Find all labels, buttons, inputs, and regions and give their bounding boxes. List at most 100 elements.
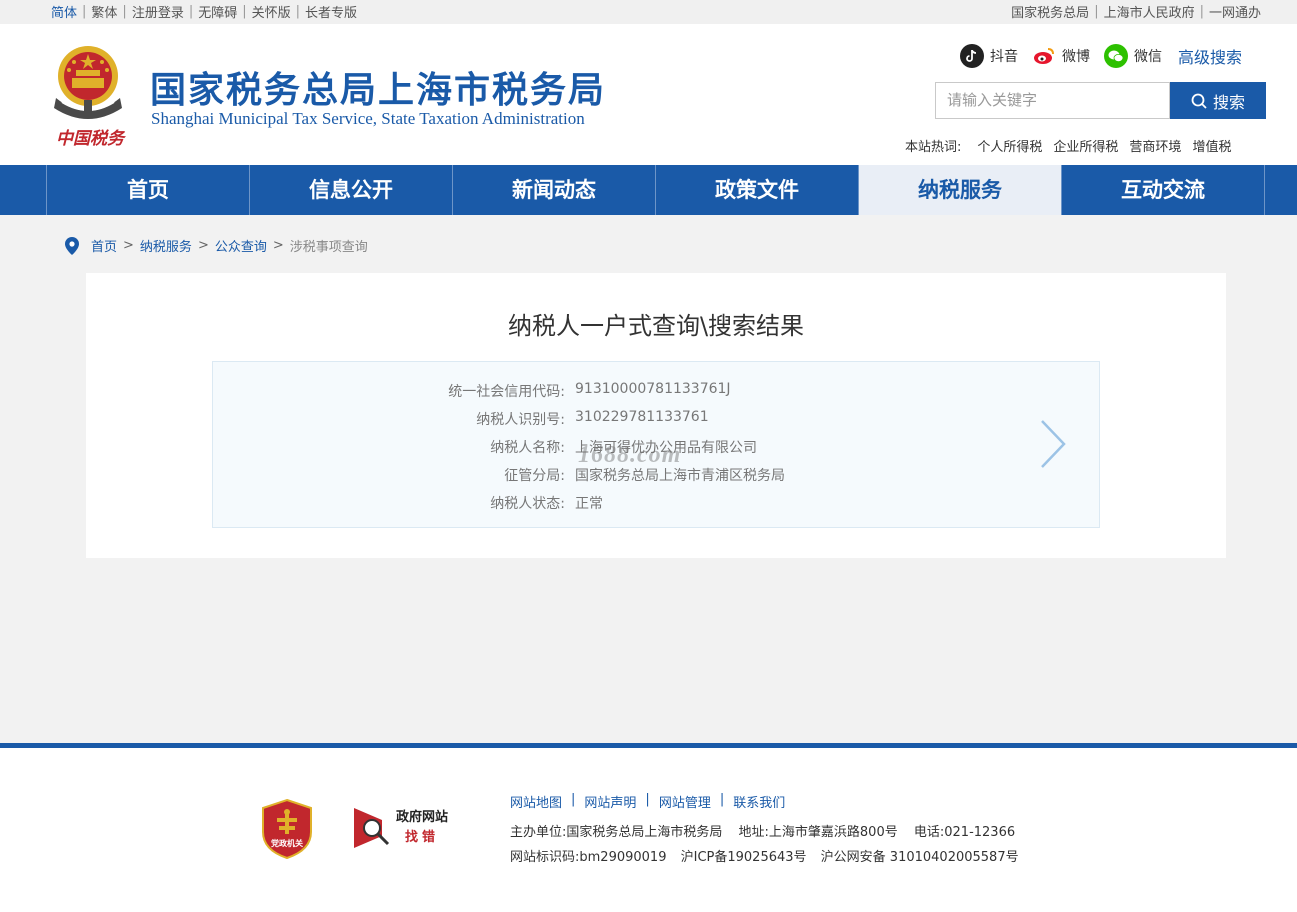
breadcrumb-home[interactable]: 首页 [91,236,117,255]
field-value: 91310000781133761J [575,381,731,397]
separator: | [1199,4,1204,19]
douyin-link[interactable]: 抖音 [960,44,1018,68]
footer-registration-info: 网站标识码:bm29090019 沪ICP备19025643号 沪公网安备 31… [510,846,1031,865]
gov-find-subtitle: 找错 [405,830,440,845]
field-value: 310229781133761 [575,409,709,425]
footer-link-sitemap[interactable]: 网站地图 [510,792,562,811]
nav-interaction[interactable]: 互动交流 [1062,165,1265,215]
site-title: 国家税务总局上海市税务局 [150,70,607,111]
douyin-icon [960,44,984,68]
gov-find-title: 政府网站 [396,810,449,825]
douyin-label: 抖音 [990,49,1018,65]
footer-link-management[interactable]: 网站管理 [659,792,711,811]
separator: | [1094,4,1099,19]
separator: | [295,4,301,19]
link-elder-version[interactable]: 长者专版 [305,2,357,21]
badge-text: 党政机关 [271,839,303,848]
watermark: 1688.com [578,442,682,468]
footer-host-info: 主办单位:国家税务总局上海市税务局 地址:上海市肇嘉浜路800号 电话:021-… [510,821,1027,840]
hot-keyword[interactable]: 个人所得税 [977,136,1042,155]
top-left-links: 简体 | 繁体 | 注册登录 | 无障碍 | 关怀版 | 长者专版 [51,2,357,21]
nav-policy[interactable]: 政策文件 [656,165,859,215]
field-label: 征管分局: [504,468,565,484]
link-sta[interactable]: 国家税务总局 [1011,2,1089,21]
location-pin-icon [65,236,79,255]
top-utility-bar: 简体 | 繁体 | 注册登录 | 无障碍 | 关怀版 | 长者专版 国家税务总局… [0,0,1297,24]
site-footer: 党政机关 政府网站 找错 网站地图 | 网站声明 | 网站管理 | 联系我们 主… [0,748,1297,912]
footer-site-id: 网站标识码:bm29090019 [510,850,667,865]
breadcrumb-public-query[interactable]: 公众查询 [215,236,267,255]
tax-emblem-logo[interactable]: 中国税务 [50,42,132,152]
weibo-link[interactable]: 微博 [1032,44,1090,68]
result-card[interactable]: 统一社会信用代码: 91310000781133761J 纳税人识别号: 310… [212,361,1100,528]
separator: | [82,4,87,19]
emblem-caption: 中国税务 [56,129,124,149]
wechat-link[interactable]: 微信 [1104,44,1162,68]
link-register-login[interactable]: 注册登录 [132,2,184,21]
result-row-credit-code: 统一社会信用代码: 91310000781133761J [213,381,1099,401]
footer-phone: 电话:021-12366 [913,825,1016,840]
breadcrumb-current: 涉税事项查询 [289,240,368,255]
link-one-network[interactable]: 一网通办 [1209,2,1261,21]
site-header: 中国税务 国家税务总局上海市税务局 Shanghai Municipal Tax… [0,24,1297,165]
social-links: 抖音 微博 微信 高级搜索 [960,44,1242,68]
breadcrumb-separator: > [272,238,284,253]
field-value: 正常 [575,496,603,512]
breadcrumb-separator: > [123,238,134,253]
hot-keyword[interactable]: 企业所得税 [1053,136,1118,155]
link-shanghai-gov[interactable]: 上海市人民政府 [1104,2,1195,21]
separator: | [719,792,725,807]
footer-police[interactable]: 沪公网安备 31010402005587号 [821,850,1019,865]
wechat-icon [1104,44,1128,68]
chevron-right-icon[interactable] [1039,418,1067,470]
nav-home[interactable]: 首页 [47,165,250,215]
wechat-label: 微信 [1134,49,1162,65]
nav-info-disclosure[interactable]: 信息公开 [250,165,453,215]
footer-link-statement[interactable]: 网站声明 [584,792,636,811]
footer-address: 地址:上海市肇嘉浜路800号 [738,825,898,840]
party-gov-badge[interactable]: 党政机关 [261,798,313,864]
site-subtitle: Shanghai Municipal Tax Service, State Ta… [151,109,585,128]
link-traditional[interactable]: 繁体 [91,2,117,21]
breadcrumb-tax-service[interactable]: 纳税服务 [140,236,192,255]
result-panel: 纳税人一户式查询\搜索结果 统一社会信用代码: 9131000078113376… [86,273,1226,558]
gov-site-error-finder[interactable]: 政府网站 找错 [352,806,448,850]
breadcrumb-separator: > [197,238,209,253]
link-accessibility[interactable]: 无障碍 [198,2,237,21]
hot-keyword[interactable]: 营商环境 [1129,136,1181,155]
nav-news[interactable]: 新闻动态 [453,165,656,215]
footer-links: 网站地图 | 网站声明 | 网站管理 | 联系我们 [510,792,785,811]
weibo-label: 微博 [1062,49,1090,65]
search-button[interactable]: 搜索 [1170,82,1266,119]
search-icon [1191,93,1207,109]
separator: | [571,792,576,807]
field-label: 统一社会信用代码: [448,384,565,400]
top-right-links: 国家税务总局 | 上海市人民政府 | 一网通办 [1011,2,1261,21]
magnifier-flag-icon [354,808,390,848]
main-nav: 首页 信息公开 新闻动态 政策文件 纳税服务 互动交流 [0,165,1297,215]
link-care-version[interactable]: 关怀版 [252,2,291,21]
field-label: 纳税人状态: [490,496,565,512]
result-row-status: 纳税人状态: 正常 [213,493,1099,513]
search-button-label: 搜索 [1212,92,1245,112]
separator: | [242,4,247,19]
field-label: 纳税人识别号: [476,412,565,428]
breadcrumb: 首页 > 纳税服务 > 公众查询 > 涉税事项查询 [65,236,368,255]
nav-tax-service[interactable]: 纳税服务 [859,165,1062,215]
footer-link-contact[interactable]: 联系我们 [733,792,785,811]
page-title: 纳税人一户式查询\搜索结果 [507,312,805,340]
footer-icp[interactable]: 沪ICP备19025643号 [681,850,807,865]
footer-host: 主办单位:国家税务总局上海市税务局 [510,825,723,840]
separator: | [188,4,194,19]
search-input[interactable]: 请输入关键字 [935,82,1170,119]
party-gov-badge-icon [262,798,312,860]
advanced-search-link[interactable]: 高级搜索 [1178,44,1242,68]
field-label: 纳税人名称: [490,440,565,456]
separator: | [645,792,650,807]
separator: | [122,4,127,19]
link-simplified[interactable]: 简体 [51,2,77,21]
hot-keyword[interactable]: 增值税 [1192,136,1231,155]
weibo-icon [1032,44,1056,68]
hot-keywords: 本站热词: 个人所得税 企业所得税 营商环境 增值税 [905,136,1242,155]
hot-keywords-label: 本站热词: [905,140,962,155]
